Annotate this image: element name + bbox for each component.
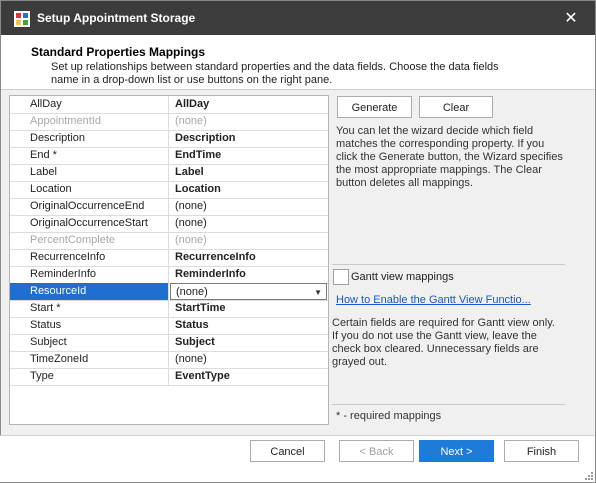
- close-icon[interactable]: ✕: [557, 9, 585, 29]
- generate-hint-text: You can let the wizard decide which fiel…: [336, 125, 563, 189]
- field-value-text: EndTime: [175, 149, 222, 161]
- mapping-row[interactable]: End * EndTime: [10, 147, 328, 165]
- wizard-header: Standard Properties Mappings Set up rela…: [1, 35, 595, 90]
- gantt-description: Certain fields are required for Gantt vi…: [332, 317, 555, 368]
- property-name-cell[interactable]: Label: [10, 164, 169, 181]
- mapping-row[interactable]: AllDay AllDay: [10, 96, 328, 114]
- generate-button[interactable]: Generate: [337, 96, 412, 118]
- field-value-cell[interactable]: (none): [170, 198, 327, 215]
- field-value-text: (none): [175, 200, 207, 212]
- gantt-mappings-label[interactable]: Gantt view mappings: [351, 271, 454, 283]
- field-dropdown[interactable]: (none) ▼: [170, 283, 327, 300]
- field-value-cell[interactable]: (none): [170, 113, 327, 130]
- property-name-cell[interactable]: PercentComplete: [10, 232, 169, 249]
- property-name-cell[interactable]: AllDay: [10, 96, 169, 113]
- chevron-down-icon[interactable]: ▼: [314, 284, 322, 299]
- mapping-row[interactable]: TimeZoneId (none): [10, 351, 328, 369]
- field-value-text: (none): [175, 234, 207, 246]
- mapping-row[interactable]: Location Location: [10, 181, 328, 199]
- mappings-grid: AllDay AllDay AppointmentId (none) Descripti…: [9, 95, 329, 425]
- required-note: * - required mappings: [336, 410, 442, 422]
- separator: [332, 264, 565, 265]
- next-button[interactable]: Next >: [419, 440, 494, 462]
- field-value-text: (none): [175, 353, 207, 365]
- mapping-row[interactable]: OriginalOccurrenceStart (none): [10, 215, 328, 233]
- field-value-cell[interactable]: (none): [170, 351, 327, 368]
- gantt-help-link[interactable]: How to Enable the Gantt View Functio...: [336, 294, 531, 306]
- field-value-cell[interactable]: RecurrenceInfo: [170, 249, 327, 266]
- gantt-mappings-checkbox[interactable]: [333, 269, 349, 285]
- field-value-cell[interactable]: ReminderInfo: [170, 266, 327, 283]
- property-name-cell[interactable]: Location: [10, 181, 169, 198]
- property-name-cell[interactable]: Type: [10, 368, 169, 385]
- field-value-text: Label: [175, 166, 204, 178]
- field-value-cell[interactable]: Status: [170, 317, 327, 334]
- mapping-row[interactable]: Type EventType: [10, 368, 328, 386]
- property-name-cell[interactable]: Subject: [10, 334, 169, 351]
- property-name-cell[interactable]: TimeZoneId: [10, 351, 169, 368]
- field-value-text: AllDay: [175, 98, 210, 110]
- field-value-text: Location: [175, 183, 221, 195]
- mapping-row[interactable]: ReminderInfo ReminderInfo: [10, 266, 328, 284]
- property-name-cell[interactable]: Description: [10, 130, 169, 147]
- property-name-cell[interactable]: Start *: [10, 300, 169, 317]
- field-value-cell[interactable]: StartTime: [170, 300, 327, 317]
- mapping-row[interactable]: Status Status: [10, 317, 328, 335]
- field-value-text: EventType: [175, 370, 230, 382]
- property-name-cell[interactable]: Status: [10, 317, 169, 334]
- field-value-cell[interactable]: Subject: [170, 334, 327, 351]
- mapping-row[interactable]: Label Label: [10, 164, 328, 182]
- field-value-text: RecurrenceInfo: [175, 251, 256, 263]
- finish-button[interactable]: Finish: [504, 440, 579, 462]
- field-value-cell[interactable]: AllDay: [170, 96, 327, 113]
- property-name-cell[interactable]: AppointmentId: [10, 113, 169, 130]
- field-value-text: Description: [175, 132, 236, 144]
- mapping-row[interactable]: Subject Subject: [10, 334, 328, 352]
- field-value-cell[interactable]: EventType: [170, 368, 327, 385]
- mapping-row[interactable]: OriginalOccurrenceEnd (none): [10, 198, 328, 216]
- mapping-row[interactable]: Description Description: [10, 130, 328, 148]
- mapping-row[interactable]: PercentComplete (none): [10, 232, 328, 250]
- property-name-cell[interactable]: ResourceId: [10, 283, 169, 300]
- property-name-cell[interactable]: End *: [10, 147, 169, 164]
- mapping-row[interactable]: AppointmentId (none): [10, 113, 328, 131]
- mapping-row[interactable]: RecurrenceInfo RecurrenceInfo: [10, 249, 328, 267]
- field-value-text: (none): [176, 286, 208, 298]
- separator: [332, 404, 565, 405]
- mapping-row[interactable]: Start * StartTime: [10, 300, 328, 318]
- field-value-text: ReminderInfo: [175, 268, 246, 280]
- field-value-text: Status: [175, 319, 209, 331]
- page-description: Set up relationships between standard pr…: [51, 61, 499, 86]
- field-value-text: (none): [175, 217, 207, 229]
- window-title: Setup Appointment Storage: [37, 11, 196, 25]
- property-name-cell[interactable]: RecurrenceInfo: [10, 249, 169, 266]
- title-bar: Setup Appointment Storage ✕: [1, 1, 595, 35]
- field-value-cell[interactable]: Location: [170, 181, 327, 198]
- resize-grip-icon[interactable]: [585, 472, 593, 480]
- field-value-cell[interactable]: Label: [170, 164, 327, 181]
- field-value-cell[interactable]: Description: [170, 130, 327, 147]
- clear-button[interactable]: Clear: [419, 96, 493, 118]
- field-value-text: Subject: [175, 336, 215, 348]
- cancel-button[interactable]: Cancel: [250, 440, 325, 462]
- field-value-cell[interactable]: EndTime: [170, 147, 327, 164]
- property-name-cell[interactable]: OriginalOccurrenceEnd: [10, 198, 169, 215]
- back-button[interactable]: < Back: [339, 440, 414, 462]
- property-name-cell[interactable]: OriginalOccurrenceStart: [10, 215, 169, 232]
- app-grid-icon: [14, 11, 30, 27]
- mapping-row[interactable]: ResourceId (none) ▼: [10, 283, 328, 301]
- field-value-text: (none): [175, 115, 207, 127]
- property-name-cell[interactable]: ReminderInfo: [10, 266, 169, 283]
- field-value-text: StartTime: [175, 302, 226, 314]
- field-value-cell[interactable]: (none): [170, 215, 327, 232]
- page-title: Standard Properties Mappings: [31, 45, 206, 59]
- field-value-cell[interactable]: (none): [170, 232, 327, 249]
